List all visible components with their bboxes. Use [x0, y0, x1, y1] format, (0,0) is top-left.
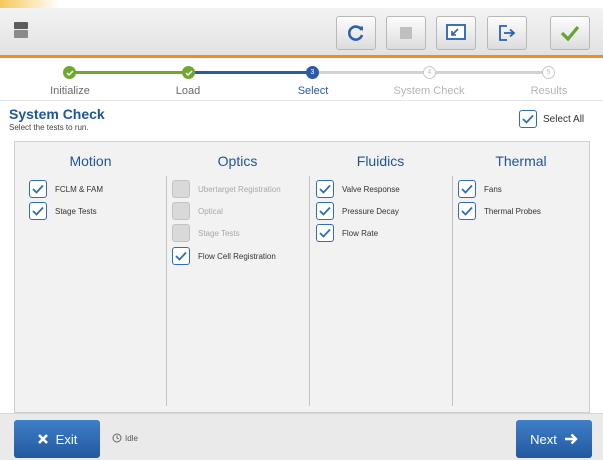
- select-all-label: Select All: [543, 113, 585, 125]
- top-strip: [0, 0, 603, 8]
- column-title-fluidics: Fluidics: [356, 153, 405, 169]
- checkbox-icon: [458, 180, 476, 198]
- status-text: Idle: [125, 433, 138, 443]
- checkbox-flow-cell-registration[interactable]: Flow Cell Registration: [172, 247, 276, 265]
- checkbox-ubertarget-registration: Ubertarget Registration: [172, 180, 281, 198]
- checkbox-icon: [29, 202, 47, 220]
- step-dot-system-check: 4: [423, 66, 436, 79]
- step-dot-load: [182, 66, 195, 79]
- stop-icon: [400, 27, 412, 39]
- step-label-load: Load: [175, 85, 201, 97]
- checkbox-valve-response[interactable]: Valve Response: [316, 180, 400, 198]
- window-minimize-icon: [446, 24, 466, 40]
- checkbox-icon: [316, 180, 334, 198]
- checkbox-icon: [458, 202, 476, 220]
- minimize-window-button[interactable]: [436, 16, 476, 50]
- progress-stepper: 3 4 5 Initialize Load Select System Chec…: [0, 61, 603, 101]
- confirm-button[interactable]: [550, 16, 590, 50]
- checkbox-pressure-decay[interactable]: Pressure Decay: [316, 202, 399, 220]
- step-dot-select: 3: [306, 66, 319, 79]
- checkbox-icon: [316, 224, 334, 242]
- page-heading: System Check Select the tests to run.: [9, 106, 105, 132]
- app-icon: [14, 22, 28, 38]
- toolbar: [0, 8, 603, 58]
- checkmark-icon: [560, 25, 580, 42]
- exit-button[interactable]: Exit: [14, 420, 100, 458]
- step-label-select: Select: [297, 85, 329, 97]
- checkbox-icon: [172, 247, 190, 265]
- checkbox-fans[interactable]: Fans: [458, 180, 502, 198]
- checkbox-fclm-fam[interactable]: FCLM & FAM: [29, 180, 103, 198]
- page-subtitle: Select the tests to run.: [9, 123, 89, 132]
- checkbox-icon: [29, 180, 47, 198]
- logout-button[interactable]: [487, 16, 527, 50]
- test-selection-panel: Motion Optics Fluidics Thermal FCLM & FA…: [14, 141, 590, 413]
- select-all-checkbox[interactable]: Select All: [519, 110, 584, 128]
- checkbox-motion-stage-tests[interactable]: Stage Tests: [29, 202, 97, 220]
- checkbox-flow-rate[interactable]: Flow Rate: [316, 224, 378, 242]
- checkbox-icon: [172, 224, 190, 242]
- checkbox-icon: [172, 180, 190, 198]
- step-dot-results: 5: [542, 66, 555, 79]
- checkbox-icon: [172, 202, 190, 220]
- clock-icon: [112, 433, 122, 443]
- footer-bar: Exit Idle Next: [0, 413, 603, 460]
- column-title-optics: Optics: [217, 153, 258, 169]
- refresh-icon: [348, 25, 364, 41]
- step-label-results: Results: [530, 85, 568, 97]
- step-dot-initialize: [63, 66, 76, 79]
- checkbox-optics-stage-tests: Stage Tests: [172, 224, 240, 242]
- step-label-system-check: System Check: [393, 85, 465, 97]
- arrow-right-icon: [564, 433, 578, 445]
- column-title-motion: Motion: [69, 153, 112, 169]
- logout-icon: [499, 25, 516, 41]
- status-indicator: Idle: [112, 433, 138, 443]
- page-title: System Check: [9, 106, 105, 122]
- close-icon: [37, 434, 48, 444]
- checkbox-icon: [316, 202, 334, 220]
- checkbox-icon: [519, 110, 537, 128]
- checkbox-optical: Optical: [172, 202, 223, 220]
- column-title-thermal: Thermal: [495, 153, 547, 169]
- step-label-initialize: Initialize: [50, 85, 90, 97]
- refresh-button[interactable]: [336, 16, 376, 50]
- stop-button[interactable]: [386, 16, 426, 50]
- next-button[interactable]: Next: [516, 420, 592, 458]
- checkbox-thermal-probes[interactable]: Thermal Probes: [458, 202, 541, 220]
